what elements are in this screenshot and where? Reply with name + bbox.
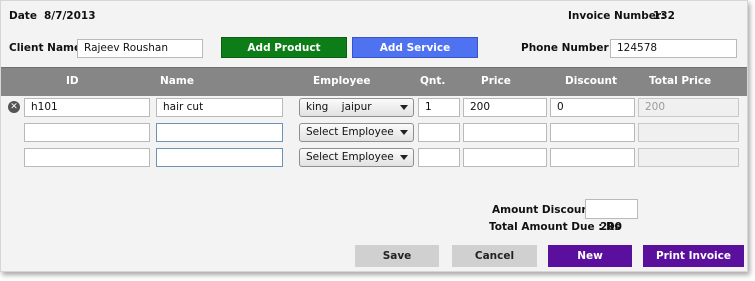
amount-discount-input[interactable] xyxy=(585,199,638,219)
column-header-discount: Discount xyxy=(565,75,617,87)
row-total-price-field: 200 xyxy=(638,98,739,117)
save-button[interactable]: Save xyxy=(355,245,439,267)
row-qnt-input[interactable]: 1 xyxy=(418,98,460,117)
column-header-price: Price xyxy=(481,75,511,87)
add-service-button[interactable]: Add Service xyxy=(352,37,478,58)
new-button[interactable]: New xyxy=(548,245,632,267)
row-price-input[interactable] xyxy=(463,148,547,167)
client-name-input[interactable]: Rajeev Roushan xyxy=(77,39,203,58)
invoice-number-value: 132 xyxy=(653,10,675,22)
row-id-input[interactable] xyxy=(24,148,150,167)
row-qnt-input[interactable] xyxy=(418,123,460,142)
column-header-id: ID xyxy=(66,75,79,87)
row-id-input[interactable] xyxy=(24,123,150,142)
phone-number-input[interactable]: 124578 xyxy=(610,39,737,58)
chevron-down-icon xyxy=(400,155,408,160)
chevron-down-icon xyxy=(400,130,408,135)
print-invoice-button[interactable]: Print Invoice xyxy=(643,245,744,267)
row-name-input[interactable] xyxy=(156,148,283,167)
row-price-input[interactable]: 200 xyxy=(463,98,547,117)
client-name-label: Client Name xyxy=(9,42,82,54)
date-value: 8/7/2013 xyxy=(44,10,96,22)
row-name-input[interactable]: hair cut xyxy=(156,98,283,117)
table-header: ID Name Employee Qnt. Price Discount Tot… xyxy=(1,67,747,96)
row-qnt-input[interactable] xyxy=(418,148,460,167)
employee-select[interactable]: Select Employee xyxy=(299,123,414,142)
row-discount-input[interactable]: 0 xyxy=(550,98,635,117)
row-name-input[interactable] xyxy=(156,123,283,142)
row-price-input[interactable] xyxy=(463,123,547,142)
row-total-price-field xyxy=(638,148,739,167)
column-header-total-price: Total Price xyxy=(649,75,712,87)
row-discount-input[interactable] xyxy=(550,123,635,142)
row-discount-input[interactable] xyxy=(550,148,635,167)
cancel-button[interactable]: Cancel xyxy=(452,245,537,267)
employee-select[interactable]: Select Employee xyxy=(299,148,414,167)
row-total-price-field xyxy=(638,123,739,142)
employee-select[interactable]: king jaipur xyxy=(299,98,414,117)
employee-select-value: Select Employee xyxy=(306,151,394,163)
column-header-name: Name xyxy=(160,75,194,87)
total-amount-due-value: 200 xyxy=(600,221,622,233)
phone-number-label: Phone Number xyxy=(521,42,609,54)
row-id-input[interactable]: h101 xyxy=(24,98,150,117)
column-header-qnt: Qnt. xyxy=(420,75,446,87)
chevron-down-icon xyxy=(400,105,408,110)
delete-row-icon[interactable]: ✕ xyxy=(8,101,20,113)
invoice-panel: Date 8/7/2013 Invoice Number: 132 Client… xyxy=(0,0,748,272)
invoice-number-label: Invoice Number: xyxy=(568,10,666,22)
employee-select-value: Select Employee xyxy=(306,126,394,138)
date-label: Date xyxy=(9,10,37,22)
employee-select-value: king jaipur xyxy=(306,101,372,113)
add-product-button[interactable]: Add Product xyxy=(221,37,347,58)
column-header-employee: Employee xyxy=(313,75,371,87)
